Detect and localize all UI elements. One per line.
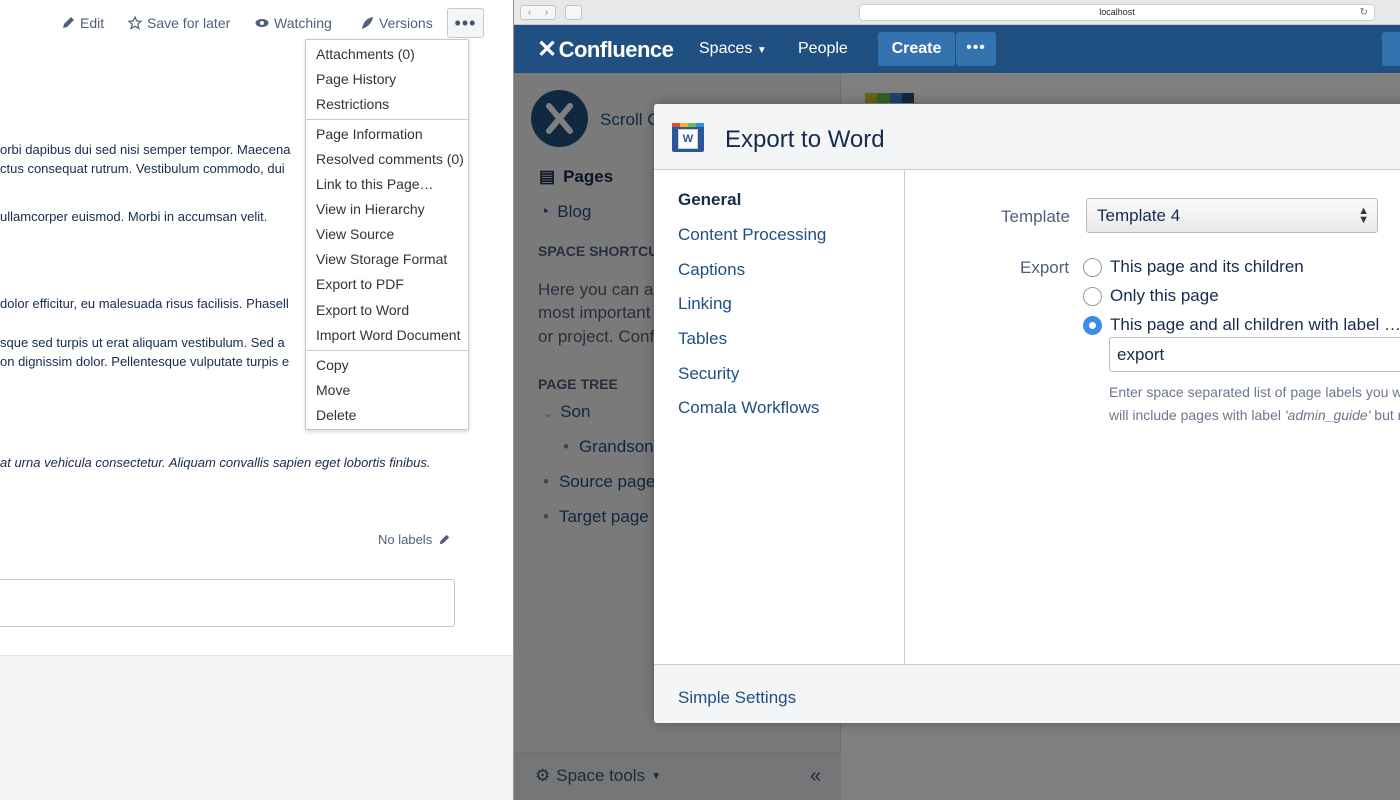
confluence-page-view: Edit Save for later Watching Versions ••… (0, 0, 513, 800)
template-label: Template (1001, 207, 1070, 226)
tab-content-processing[interactable]: Content Processing (678, 225, 826, 245)
tab-tables[interactable]: Tables (678, 329, 727, 349)
body-line: on dignissim dolor. Pellentesque vulputa… (0, 354, 290, 369)
menu-item-page-information[interactable]: Page Information (316, 126, 423, 142)
more-actions-button[interactable]: ••• (447, 8, 484, 38)
radio-label: This page and its children (1110, 257, 1304, 276)
header-right-button[interactable] (1382, 32, 1400, 66)
dialog-header: W Export to Word (654, 104, 1400, 170)
sidebar-toggle-icon[interactable] (565, 5, 582, 20)
radio-label: This page and all children with label … (1110, 315, 1400, 334)
body-line: dolor efficitur, eu malesuada risus faci… (0, 296, 289, 311)
pencil-icon[interactable] (438, 534, 450, 546)
address-bar[interactable]: localhost ↻ (859, 4, 1375, 21)
body-line: ctus consequat rutrum. Vestibulum commod… (0, 161, 285, 176)
spaces-menu[interactable]: Spaces ▼ (699, 40, 767, 58)
comment-input[interactable] (0, 579, 455, 627)
help-text: will include pages with label 'admin_gui… (1109, 407, 1400, 423)
people-link[interactable]: People (798, 40, 848, 58)
confluence-header: ✕ Confluence Spaces ▼ People Create ••• (514, 25, 1400, 73)
select-arrows-icon: ▲ ▼ (1358, 205, 1369, 226)
star-icon (128, 16, 142, 30)
dialog-content: Template Template 4 ▲ ▼ Export This page … (906, 170, 1400, 664)
page-footer (0, 655, 513, 800)
radio-label: Only this page (1110, 286, 1219, 305)
create-more-button[interactable]: ••• (956, 32, 996, 66)
menu-item-restrictions[interactable]: Restrictions (316, 96, 389, 112)
export-label: Export (1020, 258, 1070, 277)
template-value: Template 4 (1097, 206, 1181, 225)
menu-item-view-source[interactable]: View Source (316, 226, 394, 242)
dialog-nav: General Content Processing Captions Link… (654, 170, 905, 664)
menu-item-delete[interactable]: Delete (316, 407, 356, 423)
dialog-title: Export to Word (725, 126, 885, 153)
reload-icon[interactable]: ↻ (1360, 5, 1368, 20)
edit-button[interactable]: Edit (61, 15, 104, 31)
confluence-logo[interactable]: ✕ Confluence (537, 35, 674, 64)
edit-label: Edit (80, 15, 105, 31)
radio-button-checked[interactable] (1083, 315, 1102, 335)
page-toolbar: Edit Save for later Watching Versions ••… (0, 8, 513, 38)
export-option-children[interactable]: This page and its children (1083, 257, 1304, 277)
browser-window: ‹ › localhost ↻ ✕ Confluence Spaces ▼ Pe… (513, 0, 1400, 800)
menu-item-attachments[interactable]: Attachments (0) (316, 46, 415, 62)
pencil-icon (63, 17, 74, 28)
label-filter-input[interactable]: export (1109, 337, 1400, 372)
eye-icon (255, 19, 269, 27)
menu-item-page-history[interactable]: Page History (316, 71, 396, 87)
leaf-icon (362, 17, 373, 29)
more-actions-menu: Attachments (0) Page History Restriction… (305, 39, 469, 430)
export-option-only-this[interactable]: Only this page (1083, 286, 1219, 306)
create-button[interactable]: Create (878, 32, 955, 66)
logo-text: Confluence (558, 36, 674, 62)
save-for-later-label: Save for later (147, 15, 231, 31)
tab-linking[interactable]: Linking (678, 294, 732, 314)
dialog-footer: Simple Settings (654, 664, 1400, 723)
confluence-x-icon: ✕ (537, 36, 557, 63)
tab-comala-workflows[interactable]: Comala Workflows (678, 398, 819, 418)
export-to-word-dialog: W Export to Word General Content Process… (654, 104, 1400, 723)
labels-section: No labels (378, 532, 450, 547)
body-line: sque sed turpis ut erat aliquam vestibul… (0, 335, 285, 350)
back-icon[interactable]: ‹ (521, 6, 538, 19)
radio-button[interactable] (1083, 286, 1102, 306)
menu-item-export-to-word[interactable]: Export to Word (316, 302, 409, 318)
menu-divider (306, 119, 468, 120)
tab-security[interactable]: Security (678, 364, 739, 384)
menu-item-resolved-comments[interactable]: Resolved comments (0) (316, 151, 464, 167)
watching-label: Watching (274, 15, 332, 31)
history-buttons: ‹ › (520, 5, 556, 20)
menu-item-import-word-document[interactable]: Import Word Document (316, 327, 460, 343)
watching-button[interactable]: Watching (255, 15, 332, 31)
template-select[interactable]: Template 4 ▲ ▼ (1086, 198, 1378, 233)
forward-icon[interactable]: › (538, 6, 555, 19)
tab-general[interactable]: General (678, 190, 741, 210)
save-for-later-button[interactable]: Save for later (128, 15, 230, 31)
versions-button[interactable]: Versions (360, 15, 433, 31)
menu-item-view-storage-format[interactable]: View Storage Format (316, 251, 447, 267)
body-line: orbi dapibus dui sed nisi semper tempor.… (0, 142, 291, 157)
menu-item-move[interactable]: Move (316, 382, 350, 398)
body-line: at urna vehicula consectetur. Aliquam co… (0, 455, 431, 470)
simple-settings-link[interactable]: Simple Settings (678, 688, 796, 708)
url-text: localhost (1099, 7, 1135, 17)
menu-divider (306, 350, 468, 351)
chevron-down-icon: ▼ (756, 45, 767, 56)
export-option-with-label[interactable]: This page and all children with label … (1083, 315, 1400, 335)
help-text: Enter space separated list of page label… (1109, 384, 1400, 400)
menu-item-copy[interactable]: Copy (316, 357, 349, 373)
tab-captions[interactable]: Captions (678, 260, 745, 280)
labels-text: No labels (378, 532, 433, 547)
spaces-label: Spaces (699, 40, 753, 57)
menu-item-link-to-page[interactable]: Link to this Page… (316, 176, 434, 192)
body-line: ullamcorper euismod. Morbi in accumsan v… (0, 209, 268, 224)
radio-button[interactable] (1083, 257, 1102, 277)
word-icon: W (672, 123, 704, 152)
menu-item-view-in-hierarchy[interactable]: View in Hierarchy (316, 201, 425, 217)
browser-toolbar: ‹ › localhost ↻ (514, 0, 1400, 25)
menu-item-export-to-pdf[interactable]: Export to PDF (316, 276, 404, 292)
versions-label: Versions (379, 15, 433, 31)
